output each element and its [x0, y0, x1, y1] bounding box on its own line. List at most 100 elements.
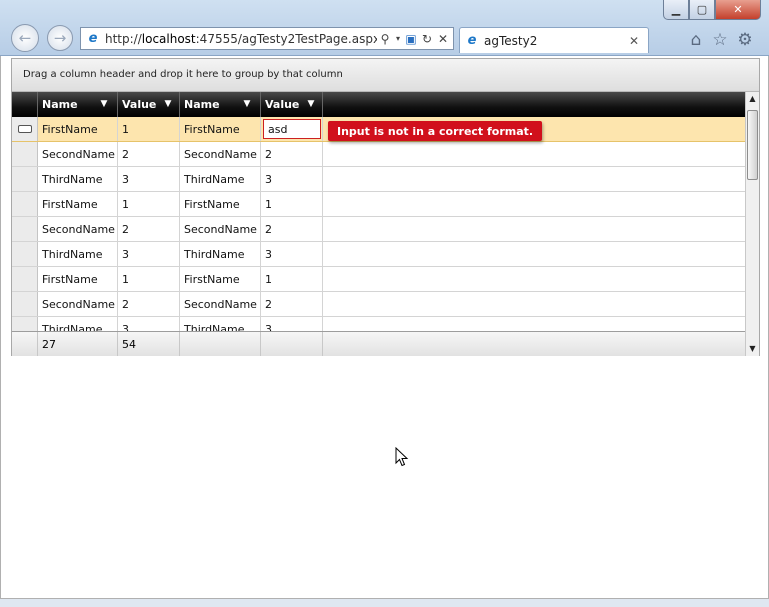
table-cell[interactable]: FirstName [180, 267, 261, 291]
table-cell[interactable]: ThirdName [38, 317, 118, 331]
tab-close-icon[interactable]: ✕ [626, 34, 642, 48]
vertical-scrollbar[interactable]: ▲ ▼ [745, 92, 759, 356]
table-cell[interactable]: SecondName [38, 292, 118, 316]
search-icon[interactable]: ⚲ [377, 31, 393, 47]
table-cell[interactable]: 2 [118, 292, 180, 316]
table-cell[interactable]: 3 [261, 242, 323, 266]
table-cell[interactable]: 1 [118, 117, 180, 141]
table-cell[interactable]: FirstName [38, 117, 118, 141]
table-cell[interactable]: FirstName [180, 192, 261, 216]
home-icon[interactable]: ⌂ [686, 30, 706, 50]
table-cell[interactable]: 1 [118, 267, 180, 291]
table-cell[interactable]: SecondName [180, 217, 261, 241]
row-filler [323, 242, 745, 266]
grid-footer: 27 54 [12, 331, 745, 356]
row-indicator[interactable] [12, 167, 38, 191]
table-cell[interactable]: 1 [118, 192, 180, 216]
column-header-label: Value [265, 98, 300, 111]
cell-text: 3 [122, 247, 129, 261]
row-indicator[interactable] [12, 292, 38, 316]
column-header-name-2[interactable]: Name ▼ [180, 92, 261, 117]
window-controls: ▁ ▢ ✕ [663, 0, 761, 20]
table-cell[interactable]: 1 [261, 267, 323, 291]
table-row[interactable]: ThirdName 3 ThirdName 3 [12, 242, 745, 267]
minimize-button[interactable]: ▁ [663, 0, 689, 20]
table-cell[interactable]: ThirdName [180, 167, 261, 191]
row-indicator[interactable] [12, 267, 38, 291]
table-cell[interactable]: SecondName [38, 142, 118, 166]
table-cell[interactable]: 2 [261, 292, 323, 316]
scroll-down-arrow-icon[interactable]: ▼ [746, 342, 759, 356]
table-cell[interactable]: ThirdName [180, 242, 261, 266]
refresh-icon[interactable]: ↻ [419, 31, 435, 47]
table-cell[interactable]: 2 [118, 217, 180, 241]
table-cell[interactable]: 2 [261, 142, 323, 166]
favorites-star-icon[interactable]: ☆ [710, 30, 730, 50]
forward-button[interactable]: → [47, 25, 73, 51]
cell-edit-input[interactable]: asd [263, 119, 321, 139]
table-row[interactable]: FirstName 1 FirstName 1 [12, 192, 745, 217]
row-indicator[interactable] [12, 317, 38, 331]
row-indicator[interactable] [12, 217, 38, 241]
table-cell[interactable]: 3 [118, 242, 180, 266]
table-cell[interactable]: SecondName [180, 292, 261, 316]
table-row[interactable]: ThirdName 3 ThirdName 3 [12, 317, 745, 331]
table-cell[interactable]: ThirdName [38, 242, 118, 266]
cell-text: 3 [265, 322, 272, 332]
table-cell[interactable]: 2 [118, 142, 180, 166]
tab-agtesty2[interactable]: e agTesty2 ✕ [459, 27, 649, 53]
table-cell[interactable]: asd [261, 117, 323, 141]
cell-text: 2 [265, 222, 272, 236]
address-bar[interactable]: e http://localhost:47555/agTesty2TestPag… [80, 27, 454, 50]
group-panel-text: Drag a column header and drop it here to… [23, 69, 343, 80]
column-header-name-1[interactable]: Name ▼ [38, 92, 118, 117]
table-row[interactable]: SecondName 2 SecondName 2 [12, 217, 745, 242]
table-cell[interactable]: 2 [261, 217, 323, 241]
row-filler [323, 142, 745, 166]
filter-icon[interactable]: ▼ [242, 99, 252, 109]
cell-text: FirstName [42, 122, 98, 136]
scroll-up-arrow-icon[interactable]: ▲ [746, 92, 759, 106]
table-cell[interactable]: 1 [261, 192, 323, 216]
table-cell[interactable]: 3 [261, 317, 323, 331]
table-row[interactable]: SecondName 2 SecondName 2 [12, 142, 745, 167]
cell-text: FirstName [184, 197, 240, 211]
column-header-value-1[interactable]: Value ▼ [118, 92, 180, 117]
row-indicator[interactable] [12, 117, 38, 141]
table-row[interactable]: FirstName 1 FirstName 1 [12, 267, 745, 292]
compatibility-view-icon[interactable]: ▣ [403, 31, 419, 47]
tab-ie-icon: e [467, 32, 477, 48]
table-cell[interactable]: 3 [118, 167, 180, 191]
filter-icon[interactable]: ▼ [306, 99, 316, 109]
row-indicator[interactable] [12, 192, 38, 216]
table-row[interactable]: SecondName 2 SecondName 2 [12, 292, 745, 317]
table-cell[interactable]: FirstName [38, 267, 118, 291]
table-cell[interactable]: 3 [261, 167, 323, 191]
close-window-button[interactable]: ✕ [715, 0, 761, 20]
maximize-button[interactable]: ▢ [689, 0, 715, 20]
row-indicator[interactable] [12, 242, 38, 266]
header-filler [323, 92, 745, 117]
table-cell[interactable]: SecondName [180, 142, 261, 166]
scrollbar-thumb[interactable] [747, 110, 758, 180]
filter-icon[interactable]: ▼ [99, 99, 109, 109]
table-cell[interactable]: ThirdName [180, 317, 261, 331]
url-text[interactable]: http://localhost:47555/agTesty2TestPage.… [105, 32, 377, 46]
table-cell[interactable]: FirstName [180, 117, 261, 141]
row-filler [323, 192, 745, 216]
table-cell[interactable]: SecondName [38, 217, 118, 241]
table-cell[interactable]: FirstName [38, 192, 118, 216]
row-indicator[interactable] [12, 142, 38, 166]
column-header-value-2[interactable]: Value ▼ [261, 92, 323, 117]
filter-icon[interactable]: ▼ [163, 99, 173, 109]
settings-gear-icon[interactable]: ⚙ [735, 30, 755, 50]
cell-text: FirstName [42, 197, 98, 211]
dropdown-chevron-icon[interactable]: ▾ [393, 31, 403, 47]
table-row[interactable]: ThirdName 3 ThirdName 3 [12, 167, 745, 192]
back-button[interactable]: ← [11, 24, 39, 52]
stop-icon[interactable]: ✕ [435, 31, 451, 47]
table-cell[interactable]: ThirdName [38, 167, 118, 191]
group-panel[interactable]: Drag a column header and drop it here to… [12, 59, 759, 92]
table-cell[interactable]: 3 [118, 317, 180, 331]
footer-indicator-cell [12, 332, 38, 356]
